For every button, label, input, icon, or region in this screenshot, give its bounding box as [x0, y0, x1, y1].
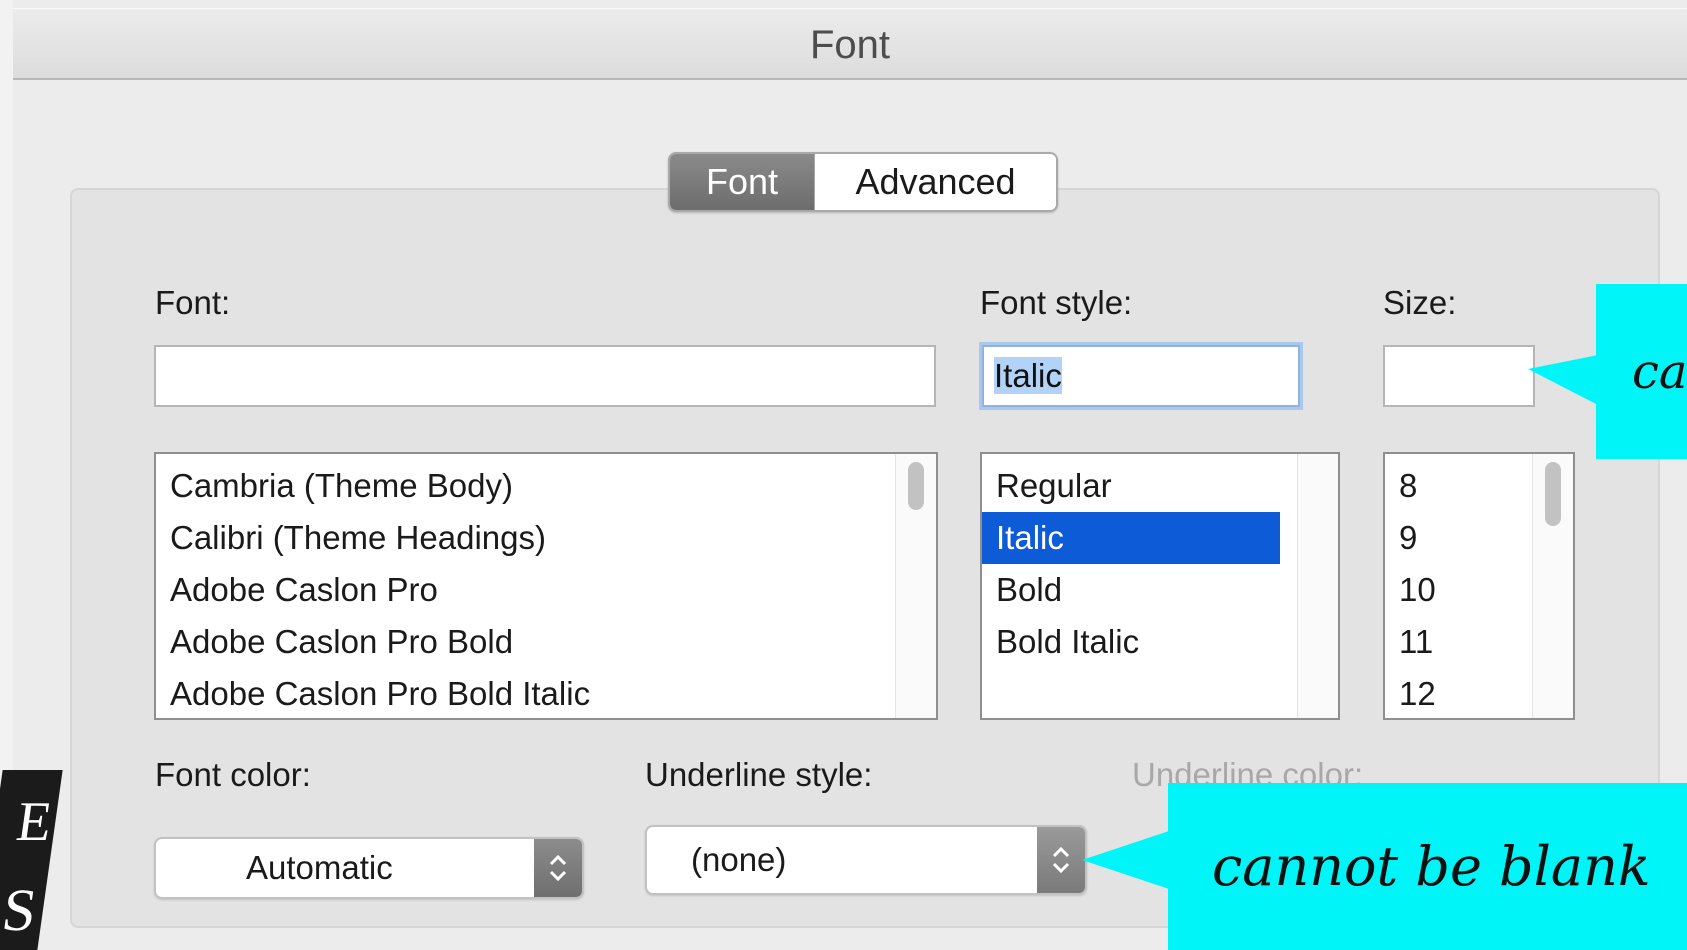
font-style-input[interactable]: Italic — [982, 345, 1300, 407]
underline-style-label: Underline style: — [645, 756, 873, 793]
list-item[interactable]: Calibri (Theme Headings) — [156, 512, 936, 564]
font-label: Font: — [155, 284, 231, 321]
font-listbox[interactable]: Cambria (Theme Body) Calibri (Theme Head… — [154, 452, 938, 720]
font-list-scrollbar[interactable] — [895, 454, 936, 718]
size-list-scrollbar[interactable] — [1532, 454, 1573, 718]
underline-callout: cannot be blank — [1168, 783, 1687, 950]
font-color-label: Font color: — [155, 756, 311, 793]
list-item[interactable]: Bold Italic — [982, 616, 1280, 668]
list-item[interactable]: Adobe Caslon Pro Bold — [156, 616, 936, 668]
list-item[interactable]: Adobe Caslon Pro Bold Italic — [156, 668, 936, 718]
font-style-scrollbar[interactable] — [1297, 454, 1338, 718]
list-item-selected[interactable]: Italic — [982, 512, 1280, 564]
list-item[interactable]: Regular — [982, 460, 1280, 512]
font-style-label: Font style: — [980, 284, 1133, 321]
list-item[interactable]: Cambria (Theme Body) — [156, 460, 936, 512]
font-color-value: Automatic — [246, 849, 393, 886]
tab-advanced[interactable]: Advanced — [814, 154, 1056, 210]
font-name-input[interactable] — [154, 345, 936, 407]
underline-style-value: (none) — [691, 841, 787, 878]
logo: E S — [0, 770, 63, 950]
tab-bar: Font Advanced — [668, 152, 1058, 212]
list-item[interactable]: Adobe Caslon Pro — [156, 564, 936, 616]
scroll-thumb[interactable] — [1545, 462, 1561, 526]
svg-text:E: E — [13, 791, 56, 853]
list-item[interactable]: Bold — [982, 564, 1280, 616]
size-label: Size: — [1383, 284, 1457, 321]
stepper-arrows-icon — [534, 839, 582, 897]
scroll-thumb[interactable] — [908, 462, 924, 510]
font-style-listbox[interactable]: Regular Italic Bold Bold Italic — [980, 452, 1340, 720]
size-callout: ca — [1596, 284, 1687, 459]
callout-pointer — [1082, 830, 1172, 890]
callout-pointer — [1528, 355, 1598, 405]
size-listbox[interactable]: 8 9 10 11 12 — [1383, 452, 1575, 720]
tab-font[interactable]: Font — [670, 154, 814, 210]
font-color-popup[interactable]: Automatic — [154, 837, 584, 899]
svg-text:S: S — [0, 877, 41, 944]
window-title: Font — [809, 23, 891, 67]
size-input[interactable] — [1383, 345, 1535, 407]
underline-style-popup[interactable]: (none) — [645, 825, 1087, 895]
font-style-input-value: Italic — [994, 357, 1062, 394]
title-bar: Font — [13, 8, 1687, 80]
stepper-arrows-icon — [1037, 827, 1085, 893]
